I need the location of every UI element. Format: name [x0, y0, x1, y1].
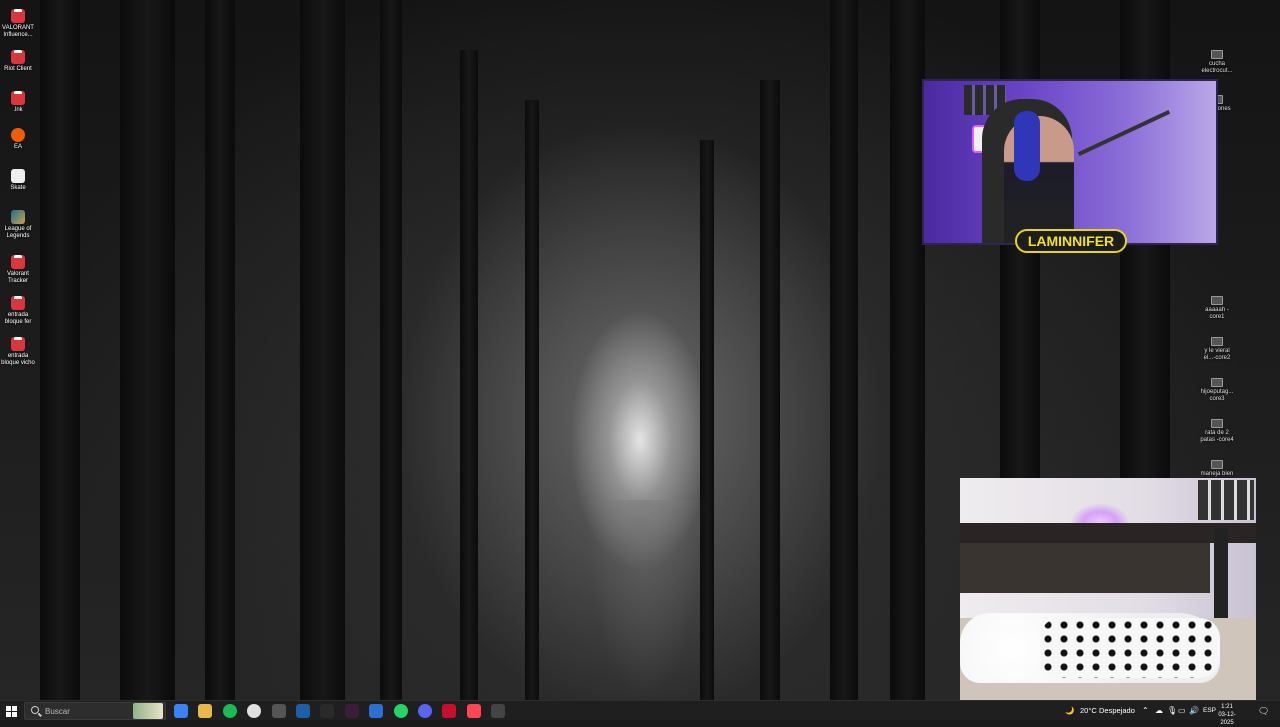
desktop-icon-maneja-bien[interactable]: maneja bien: [1199, 460, 1235, 478]
desktop-icon-label: Valorant Tracker: [7, 271, 29, 284]
desktop-icon-aaaaah-core1[interactable]: aaaaah - core1: [1199, 296, 1235, 321]
tree-trunk: [890, 0, 925, 700]
search-placeholder: Buscar: [45, 707, 70, 716]
tree-trunk: [460, 50, 478, 700]
onedrive-icon[interactable]: ☁: [1155, 701, 1163, 721]
desktop-icon-valorant-influence[interactable]: VALORANT Influence...: [0, 5, 36, 39]
copilot-icon[interactable]: [174, 704, 188, 718]
steam-icon[interactable]: [296, 704, 310, 718]
desktop-wallpaper: VALORANT Influence... Riot Client .lnk E…: [0, 0, 1280, 700]
tree-trunk: [760, 80, 780, 700]
valorant-icon[interactable]: [466, 704, 481, 718]
network-icon[interactable]: ▭: [1178, 701, 1186, 721]
desktop-icon-entrada-bloque-vicho[interactable]: entrada bloque vicho: [0, 333, 36, 367]
taskbar: Buscar 🌙 20°C Despejado ⌃ ☁ 🎙 ▭ 🔊 ESP 1:…: [0, 700, 1280, 726]
microphone-icon[interactable]: 🎙: [1167, 701, 1177, 721]
desktop-icon-skate[interactable]: Skate: [0, 169, 36, 192]
room-camera-overlay: [960, 478, 1256, 700]
search-icon: [31, 706, 39, 714]
desktop-icon-label: maneja bien: [1200, 471, 1234, 477]
clock-date: 03-12-2025: [1218, 712, 1236, 726]
notifications-icon[interactable]: 🗨: [1258, 701, 1269, 721]
valorant-tracker-icon: [11, 255, 25, 269]
taskbar-search-box[interactable]: Buscar: [24, 702, 166, 720]
desktop-icon-lnk[interactable]: .lnk: [0, 87, 36, 114]
microphone-arm: [1077, 110, 1171, 156]
media-file-icon: [1211, 337, 1223, 346]
desktop-icon-core4[interactable]: rata de 2 patas -core4: [1199, 419, 1235, 444]
tree-trunk: [830, 0, 858, 700]
chrome-icon[interactable]: [247, 704, 262, 718]
riot-app-icon: [11, 9, 25, 23]
tree-trunk: [205, 0, 235, 700]
skate-icon: [11, 169, 25, 183]
tree-trunk: [525, 100, 539, 700]
desktop-icon-label: League of Legends: [4, 226, 32, 239]
desktop-icon-core2[interactable]: y le vieral el...-core2: [1199, 337, 1235, 362]
desktop-icon-label: VALORANT Influence...: [2, 25, 34, 38]
streamer-webcam-overlay: [922, 79, 1218, 245]
media-file-icon: [1211, 296, 1223, 305]
spotify-icon[interactable]: [222, 704, 237, 718]
forest-path: [560, 500, 730, 700]
league-of-legends-icon: [11, 210, 25, 224]
obs-icon[interactable]: [491, 704, 506, 718]
media-file-icon: [1211, 50, 1223, 59]
desktop-icon-riot-client[interactable]: Riot Client: [0, 46, 36, 73]
riot-client-icon: [11, 50, 25, 64]
desktop-icon-label: rata de 2 patas -core4: [1200, 430, 1234, 443]
desktop-icon-cucha-electrocut[interactable]: cucha electrocut...: [1199, 50, 1235, 75]
tree-trunk: [380, 0, 402, 700]
volume-icon[interactable]: 🔊: [1189, 701, 1199, 721]
paw-print-blanket: [1040, 618, 1220, 678]
clock-time: 1:21: [1221, 704, 1233, 710]
desktop-icon-label: y le vieral el...-core2: [1203, 348, 1231, 361]
desktop-icon-label: aaaaah - core1: [1205, 307, 1229, 320]
taskbar-clock[interactable]: 1:21 03-12-2025: [1212, 703, 1242, 727]
tree-trunk: [300, 0, 345, 700]
riot-shortcut-icon: [11, 91, 25, 105]
epic-games-icon[interactable]: [344, 704, 359, 718]
media-file-icon: [1211, 460, 1223, 469]
desktop-icon-ea[interactable]: EA: [0, 128, 36, 151]
windows-start-icon[interactable]: [6, 706, 17, 717]
media-player-icon[interactable]: [320, 704, 335, 718]
desktop-icon-label: hijoeputag... core3: [1200, 389, 1234, 402]
desktop-icon-label: Skate: [10, 185, 26, 191]
tree-trunk: [120, 0, 175, 700]
streamer-hair: [1014, 111, 1040, 181]
ea-icon: [11, 128, 25, 142]
desktop-icon-league-of-legends[interactable]: League of Legends: [0, 210, 36, 240]
desktop-icon-core3[interactable]: hijoeputag... core3: [1199, 378, 1235, 403]
desktop-icon-label: .lnk: [13, 107, 23, 113]
tree-trunk: [40, 0, 80, 700]
media-file-icon: [1211, 419, 1223, 428]
file-explorer-icon[interactable]: [198, 704, 213, 718]
whatsapp-icon[interactable]: [393, 704, 408, 718]
riot-taskbar-icon[interactable]: [442, 704, 457, 718]
pdf-file-icon: [11, 337, 25, 351]
desktop-icon-valorant-tracker[interactable]: Valorant Tracker: [0, 251, 36, 285]
discord-icon[interactable]: [418, 704, 432, 718]
weather-condition[interactable]: Despejado: [1099, 701, 1135, 721]
chevron-up-icon[interactable]: ⌃: [1142, 701, 1149, 721]
desktop-icon-label: entrada bloque vicho: [1, 353, 35, 366]
desktop-icon-label: cucha electrocut...: [1201, 61, 1233, 74]
search-highlight-thumbnail: [133, 703, 163, 719]
desktop-icon-label: EA: [13, 144, 22, 150]
streamer-name-badge: LAMINNIFER: [1015, 229, 1127, 253]
wall-frames: [1198, 480, 1254, 520]
weather-moon-icon: 🌙: [1065, 706, 1075, 715]
calculator-icon[interactable]: [271, 704, 286, 718]
desktop-icon-entrada-bloque-fer[interactable]: entrada bloque fer: [0, 292, 36, 326]
desktop-icon-label: entrada bloque fer: [4, 312, 32, 325]
media-file-icon: [1211, 378, 1223, 387]
desktop-icon-label: Riot Client: [4, 66, 32, 72]
pdf-file-icon: [11, 296, 25, 310]
weather-temperature[interactable]: 20°C: [1080, 701, 1097, 721]
ccleaner-icon[interactable]: [369, 704, 384, 718]
table-top: [960, 523, 1256, 543]
table-shelf: [960, 543, 1210, 593]
